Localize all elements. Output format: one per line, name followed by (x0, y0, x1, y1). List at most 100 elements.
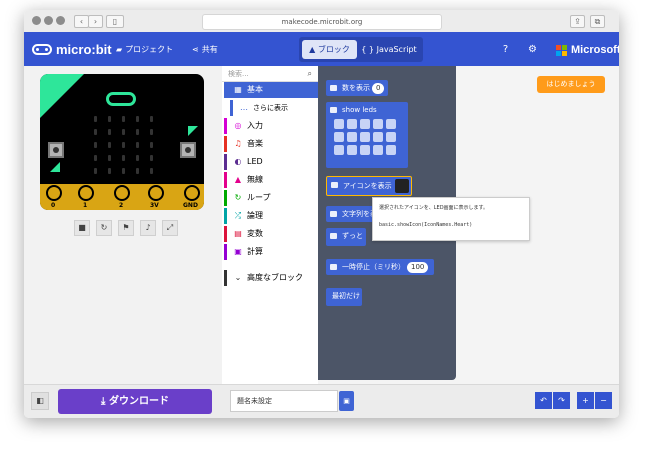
led (122, 142, 125, 148)
block-show-leds[interactable]: show leds (326, 102, 408, 168)
forward-icon[interactable]: › (88, 15, 103, 28)
category-label: 入力 (247, 121, 263, 130)
pin-label: 2 (119, 202, 124, 209)
toolbox-category[interactable]: ◎ 入力 (224, 118, 318, 134)
led (150, 129, 153, 135)
back-icon[interactable]: ‹ (74, 15, 89, 28)
number-input[interactable]: 100 (407, 261, 429, 273)
gear-icon[interactable]: ⚙ (527, 44, 538, 55)
pin-0[interactable] (46, 185, 62, 201)
grid-icon (330, 85, 337, 91)
help-icon[interactable]: ? (500, 44, 511, 55)
block-show-number[interactable]: 数を表示 0 (326, 80, 388, 96)
category-color-bar (224, 190, 227, 206)
block-show-icon[interactable]: アイコンを表示 (326, 176, 412, 196)
close-window-icon[interactable] (32, 16, 41, 25)
button-a-label-icon (50, 162, 60, 172)
category-label: ループ (247, 193, 271, 202)
toolbox-category[interactable]: ▲ 無線 (224, 172, 318, 188)
block-label: 一時停止（ミリ秒） (342, 263, 405, 271)
sidebar-icon[interactable]: ▯ (106, 15, 124, 28)
zoom-out-icon[interactable]: − (595, 392, 612, 409)
grid-icon (331, 182, 338, 188)
block-forever[interactable]: ずっと (326, 228, 366, 246)
led (108, 155, 111, 161)
pin-label: 0 (51, 202, 56, 209)
category-color-bar (224, 172, 227, 188)
restart-icon[interactable]: ↻ (96, 220, 112, 236)
toolbox-category[interactable]: ⤮ 論理 (224, 208, 318, 224)
led (94, 142, 97, 148)
category-color-bar (224, 118, 227, 134)
redo-icon[interactable]: ↷ (553, 392, 570, 409)
minimize-window-icon[interactable] (44, 16, 53, 25)
projects-button[interactable]: ▰ プロジェクト (116, 44, 173, 55)
category-color-bar (224, 270, 227, 286)
tabs-icon[interactable]: ⧉ (590, 15, 605, 28)
undo-icon[interactable]: ↶ (535, 392, 552, 409)
pin-3v[interactable] (148, 185, 164, 201)
category-label: 音楽 (247, 139, 263, 148)
category-label: 基本 (247, 85, 263, 94)
led (136, 168, 139, 174)
toolbox-category[interactable]: ♫ 音楽 (224, 136, 318, 152)
heart-icon[interactable] (395, 179, 409, 193)
debug-icon[interactable]: ⚑ (118, 220, 134, 236)
project-name-input[interactable]: 題名未設定 (230, 390, 338, 412)
collapse-simulator-icon[interactable]: ◧ (31, 392, 49, 410)
pin-label: GND (183, 202, 198, 209)
fullscreen-icon[interactable]: ⤢ (162, 220, 178, 236)
projects-label: プロジェクト (125, 45, 174, 54)
tab-javascript[interactable]: { } JavaScript (359, 40, 419, 59)
search-input[interactable]: 検索... ⌕ (222, 66, 318, 82)
category-color-bar (230, 100, 233, 116)
led-grid[interactable] (334, 119, 396, 155)
folder-icon: ▰ (116, 45, 123, 54)
microbit-face-icon (106, 92, 136, 106)
toolbox-category[interactable]: ▣ 計算 (224, 244, 318, 260)
led (108, 129, 111, 135)
grid-icon (330, 211, 337, 217)
mute-icon[interactable]: ♪ (140, 220, 156, 236)
block-on-start[interactable]: 最初だけ (326, 288, 362, 306)
toolbox-category[interactable]: ◐ LED (224, 154, 318, 170)
tab-blocks[interactable]: ▲ ブロック (302, 40, 357, 59)
save-icon[interactable]: ▣ (339, 391, 354, 411)
button-a[interactable] (48, 142, 64, 158)
loop-icon: ↻ (234, 193, 242, 202)
led (122, 155, 125, 161)
microbit-board[interactable]: 0 1 2 3V GND (40, 74, 204, 210)
stop-icon[interactable]: ■ (74, 220, 90, 236)
button-b[interactable] (180, 142, 196, 158)
pin-gnd[interactable] (184, 185, 200, 201)
number-input[interactable]: 0 (372, 82, 385, 94)
toolbox-category[interactable]: ▤ 変数 (224, 226, 318, 242)
led (150, 155, 153, 161)
led (94, 168, 97, 174)
toolbox-category[interactable]: … さらに表示 (224, 100, 324, 116)
block-pause[interactable]: 一時停止（ミリ秒） 100 (326, 259, 434, 275)
zoom-in-icon[interactable]: + (577, 392, 594, 409)
microsoft-logo[interactable]: Microsoft (556, 44, 619, 56)
pin-2[interactable] (114, 185, 130, 201)
pin-1[interactable] (78, 185, 94, 201)
address-bar[interactable]: makecode.microbit.org (202, 14, 442, 30)
zoom-window-icon[interactable] (56, 16, 65, 25)
toolbox-category[interactable]: ⌄ 高度なブロック (224, 270, 318, 286)
microbit-logo[interactable]: micro:bit (32, 42, 112, 57)
project-name-value: 題名未設定 (237, 397, 272, 405)
share-button[interactable]: ⋖ 共有 (192, 44, 218, 55)
download-button[interactable]: ⤓ ダウンロード (58, 389, 212, 414)
get-started-button[interactable]: はじめましょう (537, 76, 605, 93)
led (150, 142, 153, 148)
search-placeholder: 検索... (228, 70, 249, 78)
block-tooltip: 選択されたアイコンを、LED画面に表示します。 basic.showIcon(I… (372, 197, 530, 241)
download-label: ダウンロード (108, 396, 169, 407)
led (150, 168, 153, 174)
tooltip-text: 選択されたアイコンを、LED画面に表示します。 (379, 205, 489, 211)
category-label: LED (247, 157, 263, 166)
toolbox-category[interactable]: ▦ 基本 (224, 82, 318, 98)
led (122, 116, 125, 122)
share-icon[interactable]: ⇪ (570, 15, 585, 28)
toolbox-category[interactable]: ↻ ループ (224, 190, 318, 206)
